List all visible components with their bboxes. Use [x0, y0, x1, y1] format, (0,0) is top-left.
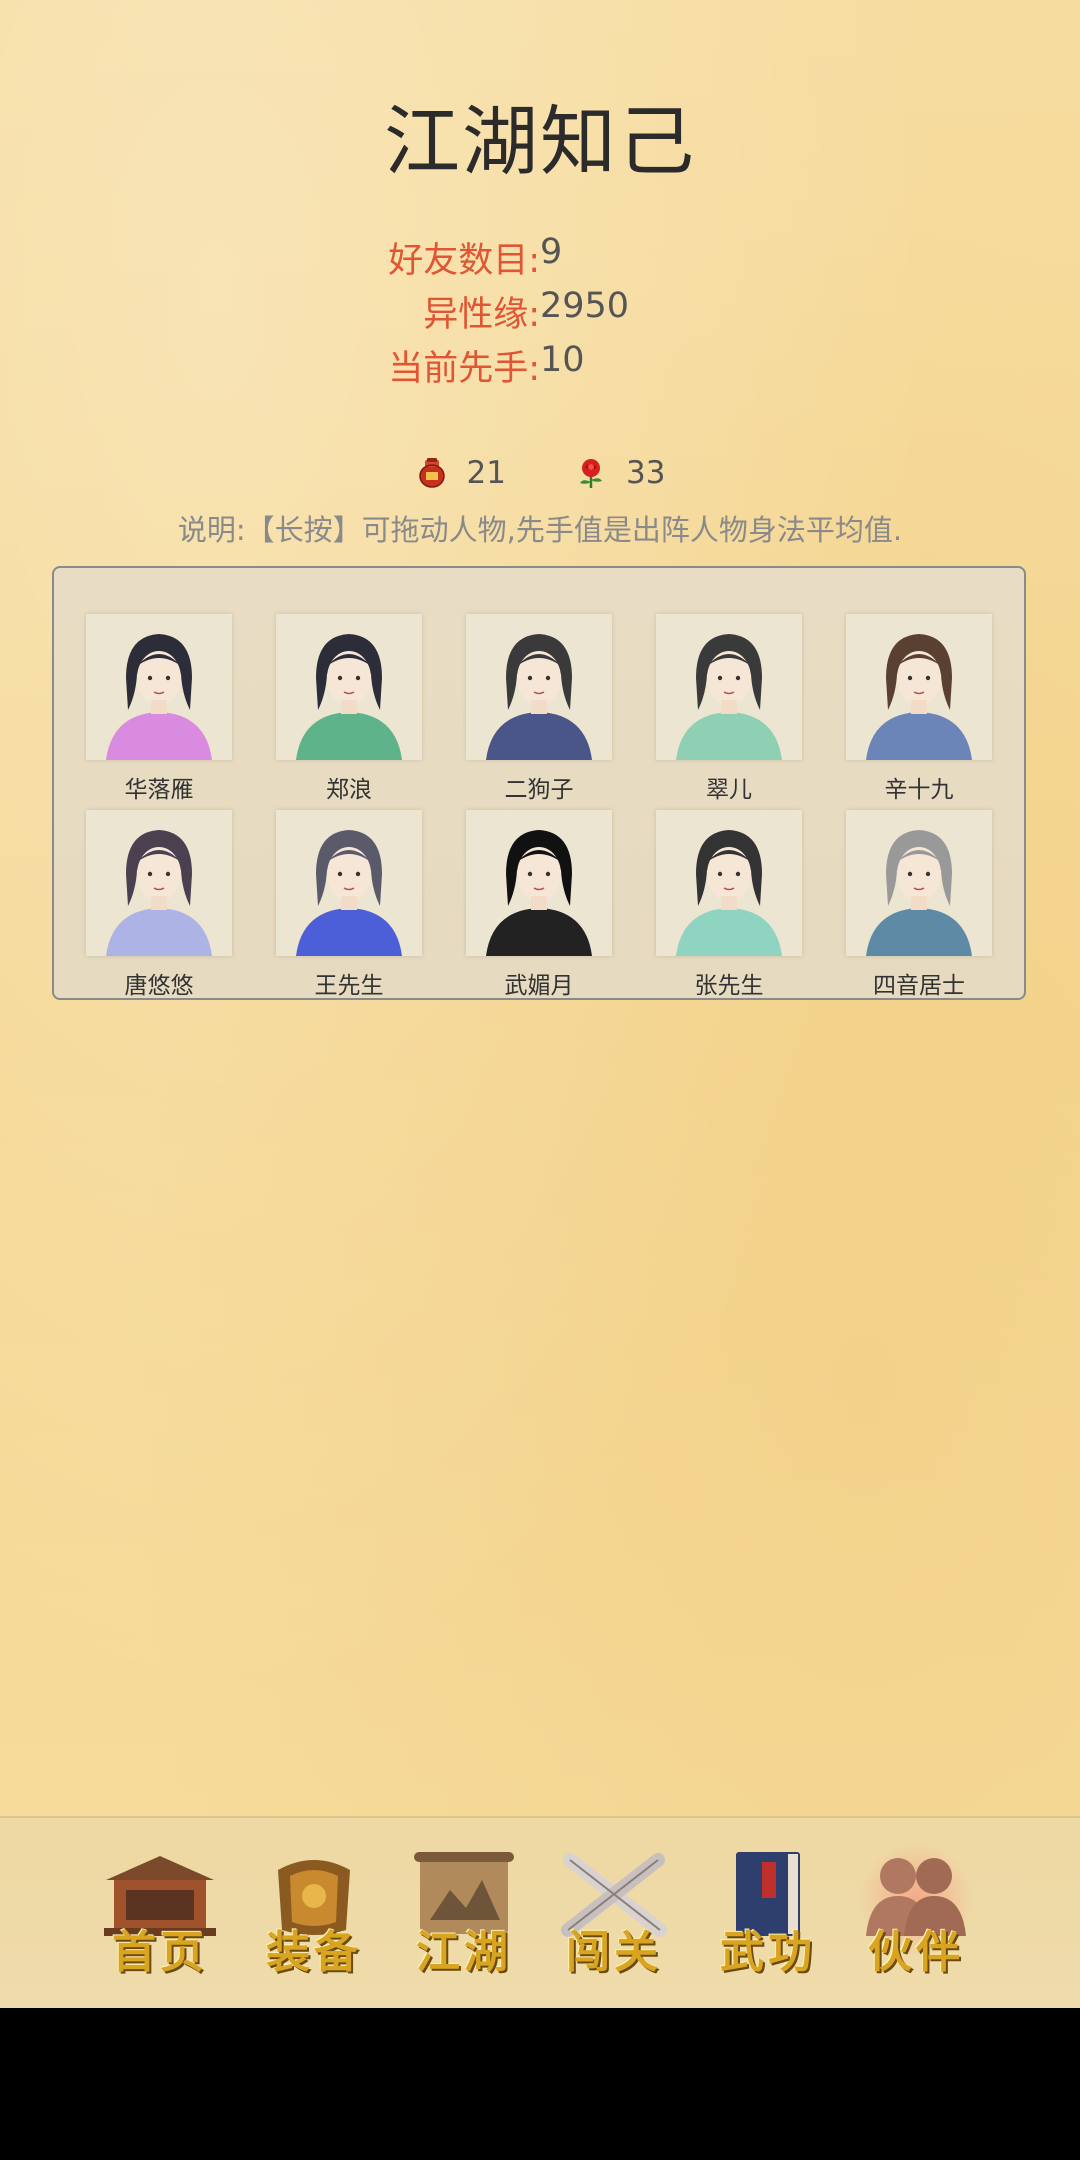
- wine-jar-icon: [418, 458, 445, 488]
- rose-icon: [580, 459, 602, 488]
- nav-equipment[interactable]: 装备: [250, 1850, 378, 1980]
- stat-charm: 异性缘: 2950: [0, 286, 1080, 340]
- companion-card[interactable]: 武媚月: [466, 810, 612, 1000]
- companion-card[interactable]: 二狗子: [466, 614, 612, 804]
- companion-name: 翠儿: [706, 777, 752, 803]
- companion-portrait: [656, 614, 802, 760]
- companion-name: 武媚月: [504, 973, 574, 999]
- nav-label: 武功: [720, 1927, 816, 1978]
- stat-value: 9: [540, 232, 563, 272]
- companion-name: 四音居士: [873, 973, 965, 999]
- companion-name: 华落雁: [124, 777, 194, 803]
- stats-panel: 好友数目: 9 异性缘: 2950 当前先手: 10: [0, 232, 1080, 394]
- stat-initiative: 当前先手: 10: [0, 340, 1080, 394]
- companion-name: 王先生: [314, 973, 384, 999]
- stat-label: 当前先手:: [388, 349, 540, 389]
- nav-challenge[interactable]: 闯关: [550, 1850, 678, 1980]
- nav-home[interactable]: 首页: [96, 1850, 224, 1980]
- companion-card[interactable]: 张先生: [656, 810, 802, 1000]
- companion-card[interactable]: 辛十九: [846, 614, 992, 804]
- companion-name: 二狗子: [504, 777, 574, 803]
- companion-portrait: [846, 810, 992, 956]
- companion-portrait: [276, 810, 422, 956]
- resource-wine-count: 21: [466, 455, 506, 491]
- companion-name: 张先生: [694, 973, 764, 999]
- companion-portrait: [86, 810, 232, 956]
- companion-portrait: [466, 810, 612, 956]
- stat-label: 好友数目:: [388, 241, 540, 281]
- resource-rose-count: 33: [626, 455, 666, 491]
- resource-wine: 21: [415, 455, 506, 491]
- nav-label: 首页: [112, 1927, 208, 1978]
- companion-card[interactable]: 华落雁: [86, 614, 232, 804]
- system-nav-bar: [0, 2008, 1080, 2160]
- companion-card[interactable]: 郑浪: [276, 614, 422, 804]
- bottom-nav: 首页 装备 江湖 闯关 武功 伙伴: [0, 1816, 1080, 2008]
- companion-card[interactable]: 翠儿: [656, 614, 802, 804]
- companion-portrait: [86, 614, 232, 760]
- companion-card[interactable]: 四音居士: [846, 810, 992, 1000]
- nav-label: 伙伴: [868, 1927, 964, 1978]
- companion-name: 辛十九: [884, 777, 954, 803]
- companion-portrait: [276, 614, 422, 760]
- companion-card[interactable]: 唐悠悠: [86, 810, 232, 1000]
- instruction-note: 说明:【长按】可拖动人物,先手值是出阵人物身法平均值.: [177, 513, 903, 547]
- companion-panel: 华落雁 郑浪 二狗子 翠儿 辛十九唐悠悠 王先生 武媚月 张先生 四音居士: [52, 566, 1026, 1000]
- nav-jianghu[interactable]: 江湖: [400, 1850, 528, 1980]
- companion-name: 唐悠悠: [124, 973, 194, 999]
- stat-value: 2950: [540, 286, 630, 326]
- resource-bar: 21 33: [0, 455, 1080, 491]
- nav-companions[interactable]: 伙伴: [852, 1842, 980, 1980]
- companion-portrait: [466, 614, 612, 760]
- companion-portrait: [846, 614, 992, 760]
- companion-card[interactable]: 王先生: [276, 810, 422, 1000]
- nav-martial-arts[interactable]: 武功: [704, 1850, 832, 1980]
- companion-portrait: [656, 810, 802, 956]
- stat-value: 10: [540, 340, 585, 380]
- nav-label: 闯关: [566, 1927, 662, 1978]
- page-title: 江湖知己: [384, 97, 696, 186]
- nav-label: 装备: [266, 1927, 362, 1978]
- resource-rose: 33: [574, 455, 665, 491]
- companion-name: 郑浪: [326, 777, 372, 803]
- page: 江湖知己 好友数目: 9 异性缘: 2950 当前先手: 10 21 33 说明…: [0, 0, 1080, 2008]
- nav-label: 江湖: [416, 1927, 512, 1978]
- stat-friend-count: 好友数目: 9: [0, 232, 1080, 286]
- stat-label: 异性缘:: [423, 295, 540, 335]
